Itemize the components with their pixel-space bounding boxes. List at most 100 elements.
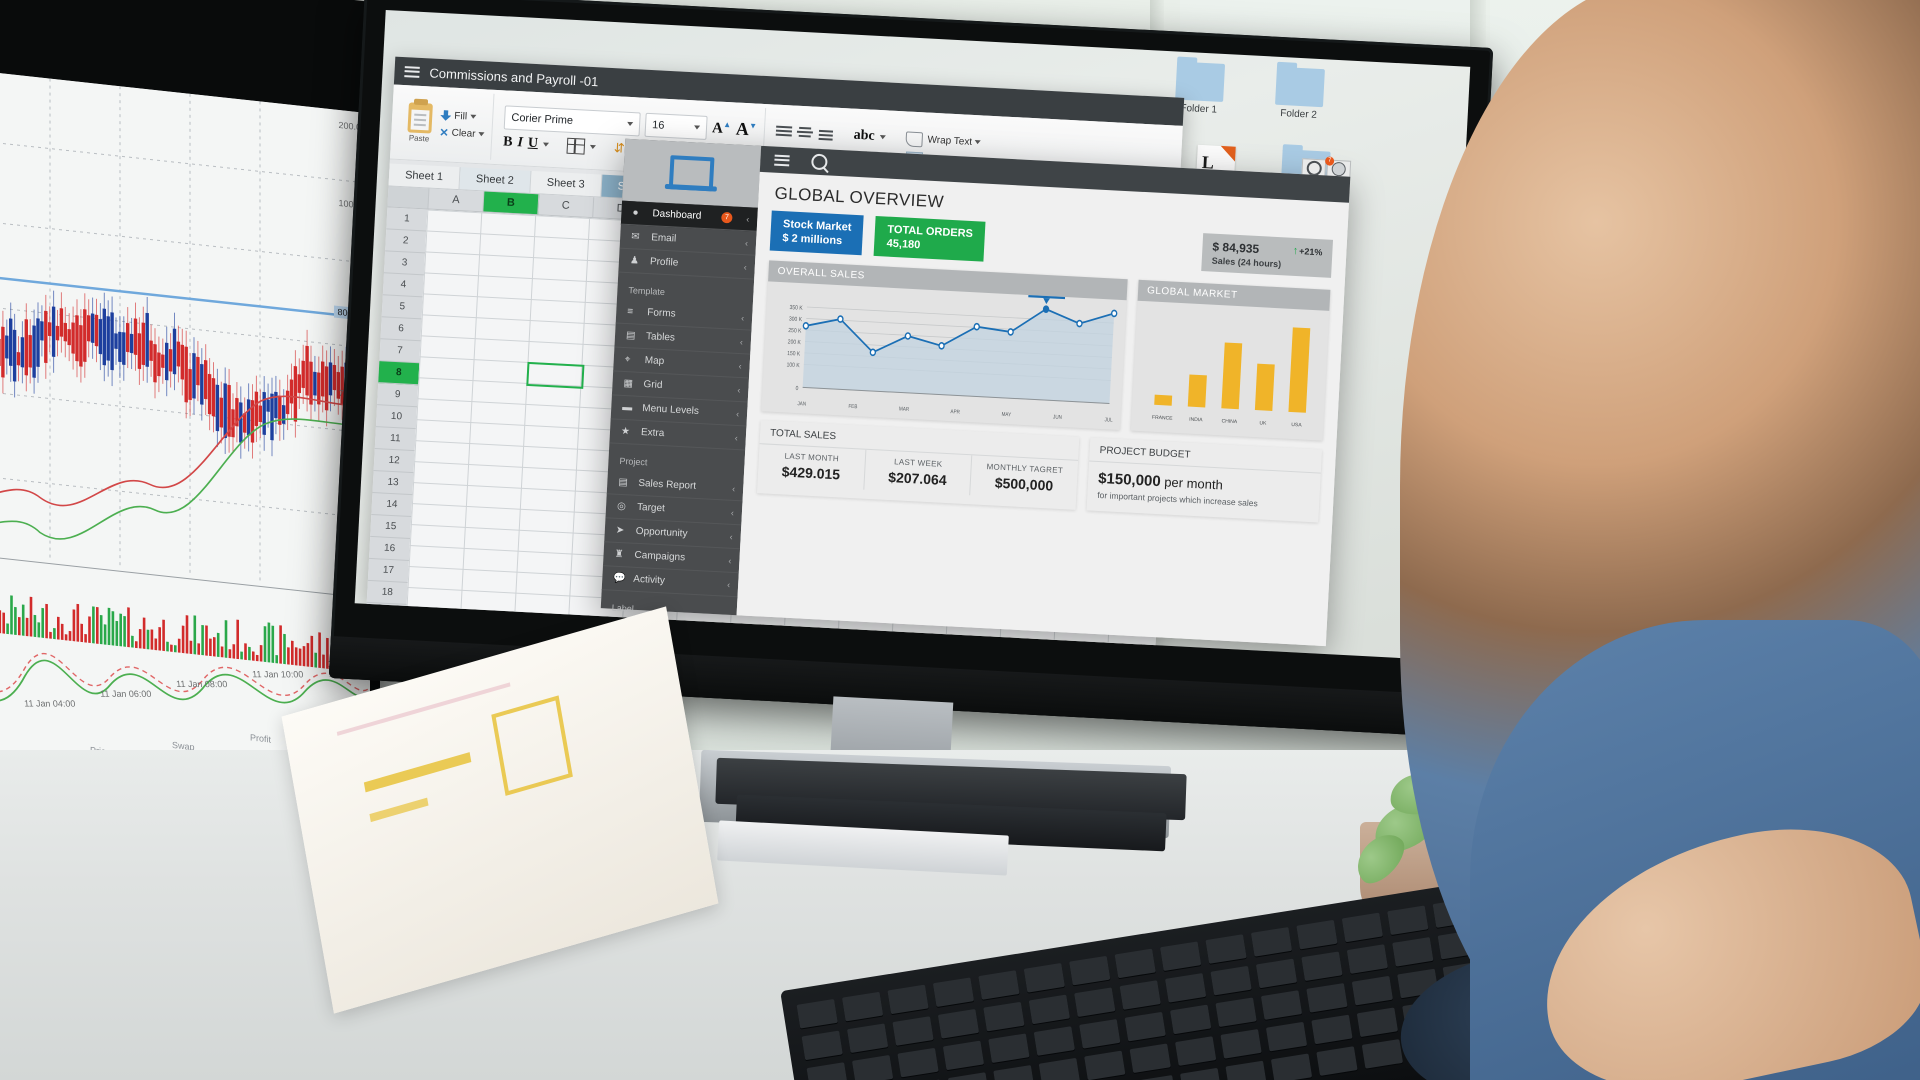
chevron-left-icon[interactable]: ‹ xyxy=(735,432,739,442)
chevron-left-icon[interactable]: ‹ xyxy=(727,579,731,589)
chat-icon: 💬 xyxy=(613,572,627,584)
svg-text:0: 0 xyxy=(795,386,798,393)
sidebar-item-label: Tables xyxy=(645,331,676,344)
user-icon: ♟ xyxy=(629,254,640,267)
report-icon: ▤ xyxy=(618,476,629,488)
project-budget-suffix: per month xyxy=(1163,474,1224,493)
font-size-select[interactable]: 16 xyxy=(644,112,708,140)
wrap-text-label: Wrap Text xyxy=(927,134,973,148)
x-axis-tick: 11 Jan 10:00 xyxy=(251,669,304,680)
column-header-C[interactable]: C xyxy=(538,194,595,218)
svg-text:MAR: MAR xyxy=(899,406,910,413)
send-icon: ➤ xyxy=(615,524,625,536)
primary-monitor: Folder 1Folder 2TDocument 1LPeople Resea… xyxy=(328,0,1494,826)
metric-value: $207.064 xyxy=(887,468,948,489)
row-header-3[interactable]: 3 xyxy=(383,251,426,276)
dashboard-window[interactable]: 7 ● Dashboard 7 ‹ ✉ Email ‹ ♟ Profile ‹ Template ≡ F… xyxy=(600,138,1352,647)
italic-button[interactable]: I xyxy=(517,135,523,151)
fill-button[interactable]: Fill xyxy=(440,110,486,123)
column-header-B[interactable]: B xyxy=(483,191,540,215)
chevron-left-icon[interactable]: ‹ xyxy=(741,313,745,323)
sheet-tab-3[interactable]: Sheet 3 xyxy=(530,170,603,197)
kpi-value: $ 2 millions xyxy=(782,232,843,248)
row-header-14[interactable]: 14 xyxy=(371,492,413,518)
chevron-left-icon[interactable]: ‹ xyxy=(736,408,740,418)
kpi-card-stock-market[interactable]: Stock Market $ 2 millions xyxy=(769,210,865,256)
kpi-value: 45,180 xyxy=(886,237,921,252)
search-icon[interactable] xyxy=(810,153,828,171)
desktop-icon-folder-2[interactable]: Folder 2 xyxy=(1261,66,1338,122)
row-header-10[interactable]: 10 xyxy=(375,405,418,430)
font-family-select[interactable]: Corier Prime xyxy=(503,104,641,136)
align-middle-button[interactable] xyxy=(796,126,813,140)
chevron-left-icon[interactable]: ‹ xyxy=(740,337,744,347)
project-budget-amount: $150,000 xyxy=(1097,469,1162,491)
svg-text:FRANCE: FRANCE xyxy=(1152,415,1174,422)
align-top-button[interactable] xyxy=(775,125,793,139)
dashboard-sidebar[interactable]: ● Dashboard 7 ‹ ✉ Email ‹ ♟ Profile ‹ Template ≡ For… xyxy=(600,138,762,616)
row-header-9[interactable]: 9 xyxy=(377,383,419,408)
row-header-12[interactable]: 12 xyxy=(373,449,415,474)
total-sales-col-last-week: LAST WEEK $207.064 xyxy=(863,449,973,496)
row-header-7[interactable]: 7 xyxy=(379,339,421,364)
paste-button[interactable]: Paste xyxy=(404,102,436,144)
row-header-18[interactable]: 18 xyxy=(366,580,408,605)
row-header-4[interactable]: 4 xyxy=(382,273,424,298)
font-family-value: Corier Prime xyxy=(511,111,574,127)
row-header-17[interactable]: 17 xyxy=(367,558,409,583)
chevron-left-icon[interactable]: ‹ xyxy=(732,483,736,493)
bold-button[interactable]: B xyxy=(503,134,513,150)
chevron-left-icon[interactable]: ‹ xyxy=(745,238,749,248)
sidebar-item-label: Grid xyxy=(643,379,663,392)
hamburger-icon[interactable] xyxy=(774,154,790,166)
forms-icon: ≡ xyxy=(627,305,634,317)
hamburger-icon[interactable] xyxy=(404,65,420,78)
column-header-A[interactable]: A xyxy=(428,188,485,212)
row-header-15[interactable]: 15 xyxy=(370,514,412,540)
borders-button[interactable] xyxy=(566,137,586,155)
row-header-1[interactable]: 1 xyxy=(386,207,428,232)
chevron-left-icon[interactable]: ‹ xyxy=(744,262,748,272)
sidebar-item-label: Opportunity xyxy=(635,525,688,540)
sheet-tab-2[interactable]: Sheet 2 xyxy=(459,167,532,193)
selected-cell[interactable] xyxy=(526,361,585,389)
underline-button[interactable]: U xyxy=(527,135,539,152)
chevron-left-icon[interactable]: ‹ xyxy=(729,531,733,541)
chevron-left-icon[interactable]: ‹ xyxy=(738,360,742,370)
kpi-card-total-orders[interactable]: TOTAL ORDERS 45,180 xyxy=(874,215,986,262)
sidebar-item-label: Sales Report xyxy=(638,477,697,492)
grow-font-button[interactable]: A▲ xyxy=(712,119,732,138)
row-header-16[interactable]: 16 xyxy=(369,536,411,561)
row-header-8[interactable]: 8 xyxy=(378,361,420,386)
laptop-icon xyxy=(664,155,719,192)
chevron-left-icon[interactable]: ‹ xyxy=(746,214,750,224)
svg-text:FEB: FEB xyxy=(848,403,858,410)
chevron-left-icon[interactable]: ‹ xyxy=(731,507,735,517)
chart-panels: OVERALL SALES 0 100 K 150 K 200 K 250 K 300 K… xyxy=(747,250,1345,442)
row-header-2[interactable]: 2 xyxy=(385,229,427,254)
clear-button[interactable]: ✕ Clear xyxy=(439,126,485,141)
svg-text:150 K: 150 K xyxy=(787,351,801,358)
grid-corner[interactable] xyxy=(387,186,430,209)
sidebar-item-label: Campaigns xyxy=(634,549,686,564)
wrap-text-button[interactable]: Wrap Text xyxy=(927,134,982,148)
chevron-down-icon[interactable] xyxy=(589,144,597,149)
star-icon: ★ xyxy=(620,425,631,437)
chevron-left-icon[interactable]: ‹ xyxy=(728,555,732,565)
chevron-down-icon xyxy=(478,132,485,137)
row-header-5[interactable]: 5 xyxy=(381,295,423,320)
row-header-13[interactable]: 13 xyxy=(372,471,414,496)
spellcheck-button[interactable]: abc xyxy=(853,128,875,145)
svg-text:JUN: JUN xyxy=(1053,414,1063,421)
align-bottom-button[interactable] xyxy=(817,128,834,141)
shrink-font-label: A xyxy=(735,118,750,140)
row-header-6[interactable]: 6 xyxy=(380,317,422,342)
chevron-left-icon[interactable]: ‹ xyxy=(737,384,741,394)
chevron-down-icon[interactable] xyxy=(542,141,550,147)
sales-24h-badge[interactable]: $ 84,935 ↑ +21% Sales (24 hours) xyxy=(1201,233,1334,278)
sales-24h-delta: +21% xyxy=(1298,246,1323,258)
chevron-down-icon[interactable] xyxy=(879,135,886,140)
row-header-11[interactable]: 11 xyxy=(374,427,416,452)
sheet-tab-1[interactable]: Sheet 1 xyxy=(388,163,461,190)
shrink-font-button[interactable]: A▼ xyxy=(735,119,757,141)
